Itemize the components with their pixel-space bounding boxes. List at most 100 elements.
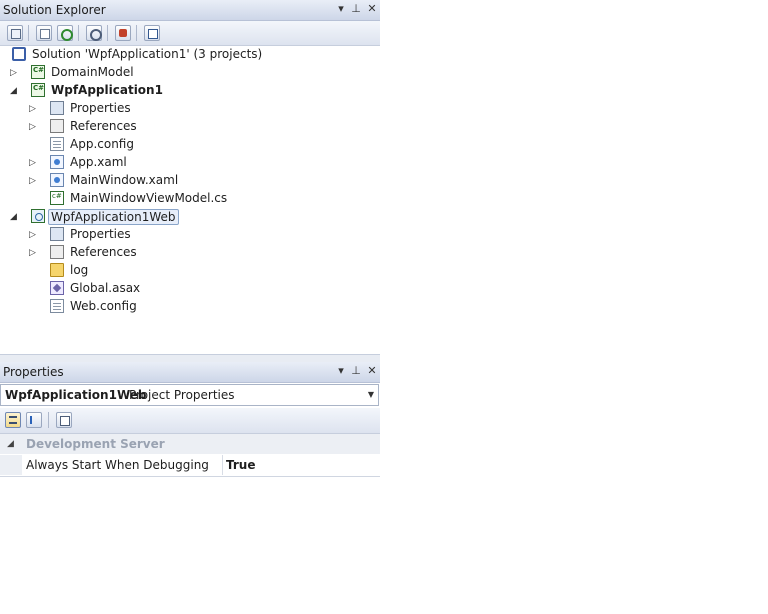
references-icon — [50, 245, 64, 259]
tree-node-label[interactable]: App.config — [70, 137, 134, 151]
toolbar-separator — [107, 25, 108, 41]
solution-icon — [12, 47, 26, 61]
toolbar-separator — [28, 25, 29, 41]
close-icon[interactable]: ✕ — [365, 364, 379, 377]
property-grid: ◢ Development Server Always Start When D… — [0, 434, 380, 477]
auto-hide-pin-icon[interactable]: ⊥ — [349, 2, 363, 15]
show-all-files-icon — [40, 29, 50, 39]
tree-node-label[interactable]: MainWindow.xaml — [70, 173, 178, 187]
tree-node-label[interactable]: WpfApplication1Web — [48, 209, 179, 225]
tree-node-label[interactable]: Global.asax — [70, 281, 140, 295]
xaml-file-icon — [50, 173, 64, 187]
collapse-arrow-icon[interactable]: ◢ — [10, 86, 18, 96]
close-icon[interactable]: ✕ — [365, 2, 379, 15]
tree-node-domainmodel[interactable]: ▷ DomainModel — [0, 64, 380, 82]
tree-node-label[interactable]: MainWindowViewModel.cs — [70, 191, 227, 205]
property-pages-button[interactable] — [56, 412, 72, 428]
tree-node-wpfapplication1[interactable]: ◢ WpfApplication1 — [0, 82, 380, 100]
expand-arrow-icon[interactable]: ▷ — [29, 230, 37, 240]
property-gutter — [0, 455, 22, 475]
tree-node-references[interactable]: ▷ References — [0, 244, 380, 262]
expand-arrow-icon[interactable]: ▷ — [29, 176, 37, 186]
tree-node-wpfapplication1web[interactable]: ◢ WpfApplication1Web — [0, 208, 380, 226]
tree-node-label[interactable]: References — [70, 245, 137, 259]
tree-node-label[interactable]: Properties — [70, 227, 131, 241]
property-value[interactable]: True — [226, 458, 255, 472]
alphabetical-button[interactable] — [26, 412, 42, 428]
category-label: Development Server — [26, 437, 165, 451]
config-file-icon — [50, 137, 64, 151]
window-position-dropdown-icon[interactable]: ▾ — [334, 364, 348, 377]
solution-tree[interactable]: Solution 'WpfApplication1' (3 projects) … — [0, 46, 380, 354]
tree-node-mainwindow-xaml[interactable]: ▷ MainWindow.xaml — [0, 172, 380, 190]
properties-title: Properties — [3, 365, 64, 379]
toolbar-separator — [48, 412, 49, 428]
column-divider[interactable] — [222, 455, 223, 475]
view-code-icon — [90, 29, 102, 41]
category-development-server[interactable]: ◢ Development Server — [0, 434, 380, 454]
tree-node-mainwindowviewmodel[interactable]: MainWindowViewModel.cs — [0, 190, 380, 208]
collapse-arrow-icon[interactable]: ◢ — [10, 212, 18, 222]
view-designer-button[interactable] — [115, 25, 131, 41]
tree-node-label[interactable]: DomainModel — [51, 65, 134, 79]
expand-arrow-icon[interactable]: ▷ — [29, 122, 37, 132]
tree-node-properties[interactable]: ▷ Properties — [0, 100, 380, 118]
csharp-file-icon — [50, 191, 64, 205]
asax-file-icon — [50, 281, 64, 295]
tree-node-label[interactable]: log — [70, 263, 88, 277]
references-icon — [50, 119, 64, 133]
tree-node-label[interactable]: References — [70, 119, 137, 133]
solution-explorer-titlebar: Solution Explorer ▾ ⊥ ✕ — [0, 0, 380, 21]
view-code-button[interactable] — [86, 25, 102, 41]
expand-arrow-icon[interactable]: ▷ — [29, 248, 37, 258]
tree-node-label[interactable]: WpfApplication1 — [51, 83, 163, 97]
properties-folder-icon — [50, 227, 64, 241]
tree-node-label[interactable]: Solution 'WpfApplication1' (3 projects) — [32, 47, 262, 61]
tree-node-app-config[interactable]: App.config — [0, 136, 380, 154]
tree-node-app-xaml[interactable]: ▷ App.xaml — [0, 154, 380, 172]
property-row[interactable]: Always Start When Debugging True — [0, 455, 380, 475]
alphabetical-icon — [30, 416, 36, 424]
properties-folder-icon — [50, 101, 64, 115]
refresh-button[interactable] — [57, 25, 73, 41]
xaml-file-icon — [50, 155, 64, 169]
tree-node-label[interactable]: Web.config — [70, 299, 137, 313]
auto-hide-pin-icon[interactable]: ⊥ — [349, 364, 363, 377]
tree-node-properties[interactable]: ▷ Properties — [0, 226, 380, 244]
class-diagram-button[interactable] — [144, 25, 160, 41]
show-all-files-button[interactable] — [36, 25, 52, 41]
window-position-dropdown-icon[interactable]: ▾ — [334, 2, 348, 15]
property-pages-icon — [60, 416, 70, 426]
expand-arrow-icon[interactable]: ▷ — [29, 104, 37, 114]
tree-node-label[interactable]: Properties — [70, 101, 131, 115]
refresh-icon — [61, 29, 73, 41]
tree-node-label[interactable]: App.xaml — [70, 155, 127, 169]
solution-explorer-title: Solution Explorer — [3, 3, 106, 17]
tree-node-log[interactable]: log — [0, 262, 380, 280]
expand-arrow-icon[interactable]: ▷ — [10, 68, 18, 78]
tree-node-references[interactable]: ▷ References — [0, 118, 380, 136]
categorized-button[interactable] — [5, 412, 21, 428]
view-designer-icon — [119, 29, 127, 37]
tree-node-web-config[interactable]: Web.config — [0, 298, 380, 316]
selected-object-name: WpfApplication1Web — [5, 388, 147, 402]
selected-object-type: Project Properties — [129, 388, 235, 402]
chevron-down-icon[interactable]: ▼ — [368, 390, 374, 399]
csharp-project-icon — [31, 83, 45, 97]
config-file-icon — [50, 299, 64, 313]
toolbar-separator — [136, 25, 137, 41]
toolbar-separator — [78, 25, 79, 41]
properties-button[interactable] — [7, 25, 23, 41]
tree-node-solution[interactable]: Solution 'WpfApplication1' (3 projects) — [0, 46, 380, 64]
class-diagram-icon — [148, 29, 158, 39]
collapse-arrow-icon[interactable]: ◢ — [7, 439, 14, 449]
expand-arrow-icon[interactable]: ▷ — [29, 158, 37, 168]
categorized-icon — [9, 416, 17, 424]
panel-splitter[interactable] — [0, 354, 380, 362]
web-project-icon — [31, 209, 45, 223]
properties-toolbar — [0, 408, 380, 434]
solution-explorer-toolbar — [0, 21, 380, 46]
object-selector-dropdown[interactable]: WpfApplication1Web Project Properties ▼ — [0, 384, 379, 406]
tree-node-global-asax[interactable]: Global.asax — [0, 280, 380, 298]
property-name: Always Start When Debugging — [26, 458, 209, 472]
